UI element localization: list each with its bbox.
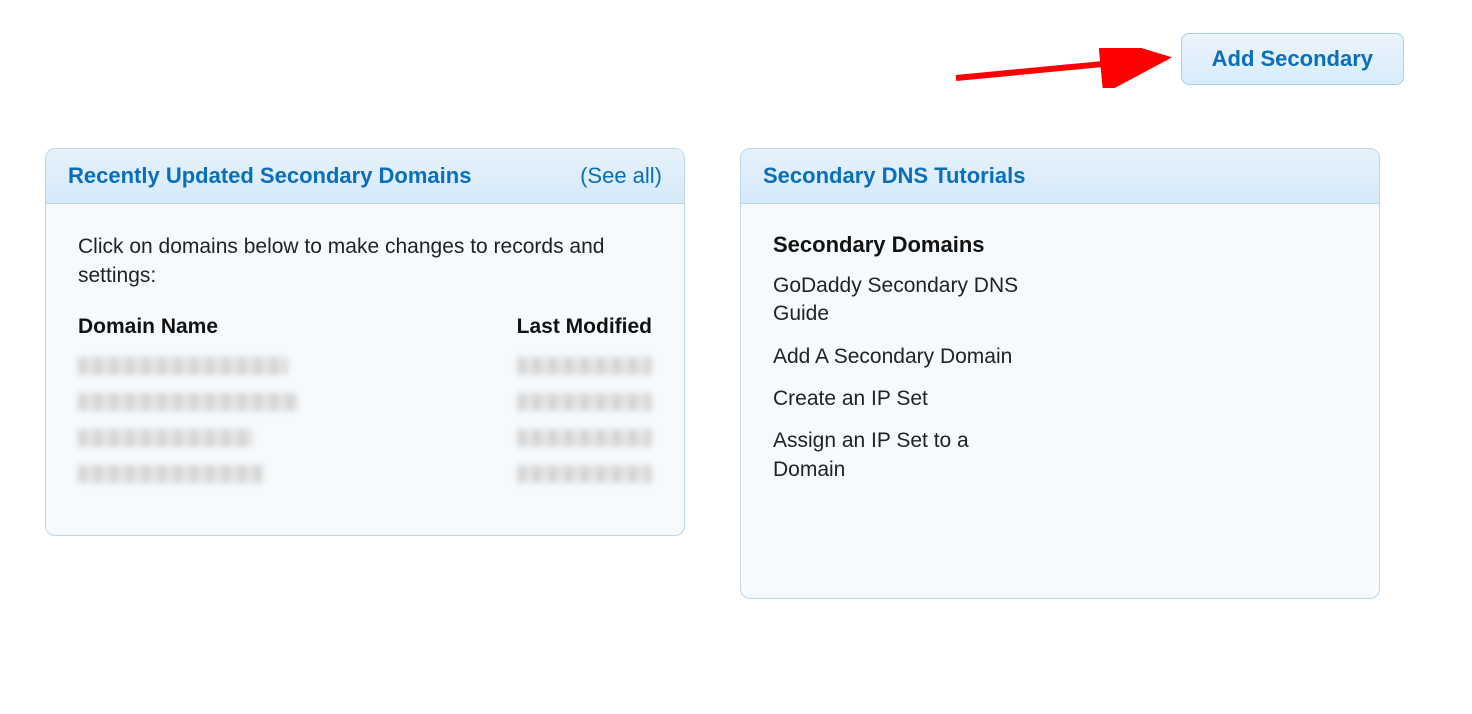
column-last-modified: Last Modified [517, 315, 652, 339]
redacted-domain [78, 393, 298, 411]
table-row[interactable] [78, 357, 652, 379]
tutorials-heading: Secondary Domains [773, 232, 1347, 258]
redacted-date [517, 429, 652, 447]
tutorials-panel: Secondary DNS Tutorials Secondary Domain… [740, 148, 1380, 599]
tutorials-panel-header: Secondary DNS Tutorials [741, 149, 1379, 204]
add-secondary-button[interactable]: Add Secondary [1181, 33, 1404, 85]
domain-table: Domain Name Last Modified [78, 315, 652, 487]
tutorials-body: Secondary Domains GoDaddy Secondary DNS … [741, 204, 1379, 598]
instruction-text: Click on domains below to make changes t… [78, 232, 652, 291]
tutorial-link-assign-ip-set[interactable]: Assign an IP Set to a Domain [773, 427, 1033, 484]
table-row[interactable] [78, 429, 652, 451]
redacted-domain [78, 429, 253, 447]
tutorial-link-add-secondary[interactable]: Add A Secondary Domain [773, 343, 1033, 371]
column-domain-name: Domain Name [78, 315, 218, 339]
redacted-domain [78, 465, 263, 483]
annotation-arrow-icon [951, 48, 1181, 88]
domain-table-header: Domain Name Last Modified [78, 315, 652, 339]
tutorial-link-create-ip-set[interactable]: Create an IP Set [773, 385, 1033, 413]
tutorials-title: Secondary DNS Tutorials [763, 163, 1025, 189]
see-all-link[interactable]: (See all) [580, 163, 662, 189]
recently-updated-title: Recently Updated Secondary Domains [68, 163, 471, 189]
table-row[interactable] [78, 393, 652, 415]
redacted-date [517, 393, 652, 411]
recently-updated-panel: Recently Updated Secondary Domains (See … [45, 148, 685, 536]
redacted-date [517, 465, 652, 483]
tutorial-link-godaddy-guide[interactable]: GoDaddy Secondary DNS Guide [773, 272, 1033, 329]
recently-updated-body: Click on domains below to make changes t… [46, 204, 684, 535]
redacted-domain [78, 357, 288, 375]
redacted-date [517, 357, 652, 375]
table-row[interactable] [78, 465, 652, 487]
recently-updated-panel-header: Recently Updated Secondary Domains (See … [46, 149, 684, 204]
panels-container: Recently Updated Secondary Domains (See … [45, 148, 1427, 599]
